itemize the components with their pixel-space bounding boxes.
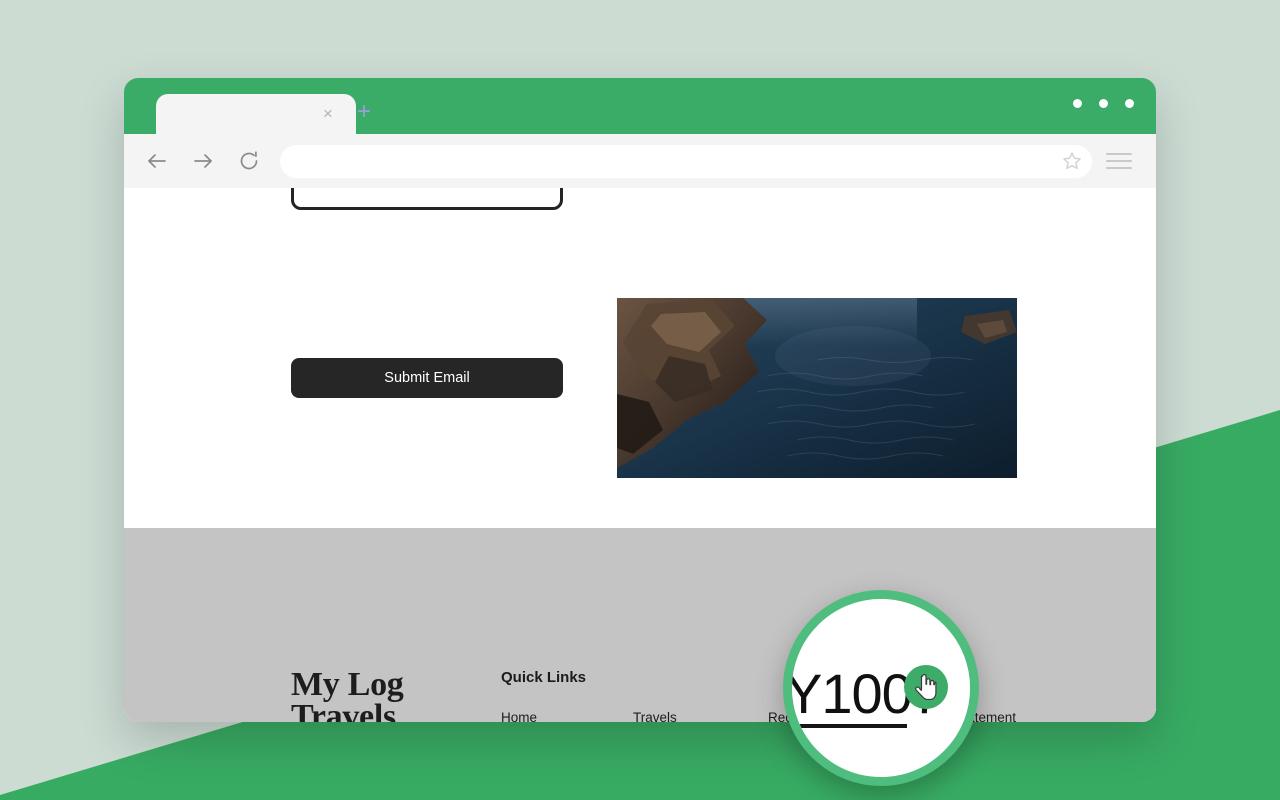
hamburger-bar-2 [1106, 160, 1132, 162]
footer-column-2: Travels Promo Flights Travel Routes [633, 711, 768, 722]
logo-line-2: Travels [291, 698, 396, 722]
browser-window: × + Submit Email My Log Travels Quick Li… [124, 78, 1156, 722]
window-dot-2[interactable] [1099, 99, 1108, 108]
page-viewport: Submit Email My Log Travels Quick Links … [124, 188, 1156, 722]
hero-image [617, 298, 1017, 478]
email-field[interactable] [291, 188, 563, 210]
footer-link-travels[interactable]: Travels [633, 711, 768, 722]
tab-close-icon[interactable]: × [317, 104, 339, 126]
browser-titlebar: × + [124, 78, 1156, 134]
screenshot-stage: × + Submit Email My Log Travels Quick Li… [0, 0, 1280, 800]
hamburger-bar-3 [1106, 167, 1132, 169]
reload-icon[interactable] [234, 146, 264, 176]
logo-line-1: My Log [291, 666, 404, 703]
window-controls[interactable] [1073, 99, 1134, 108]
quick-links-heading: Quick Links [501, 669, 587, 686]
magnifier-content: Y1007 [792, 599, 970, 777]
magnified-link-underline [792, 724, 907, 728]
footer-column-1: Home About Us My Travel Logs [501, 711, 633, 722]
hamburger-bar-1 [1106, 153, 1132, 155]
pointing-hand-cursor-icon [904, 665, 948, 709]
browser-toolbar [124, 134, 1156, 188]
window-dot-3[interactable] [1125, 99, 1134, 108]
new-tab-icon[interactable]: + [352, 100, 376, 124]
magnifier-overlay: Y1007 [783, 590, 979, 786]
url-bar[interactable] [280, 144, 1092, 178]
submit-email-button[interactable]: Submit Email [291, 358, 563, 398]
hamburger-icon[interactable] [1106, 153, 1132, 169]
star-icon[interactable] [1061, 150, 1083, 172]
site-logo: My Log Travels [291, 666, 451, 722]
arrow-left-icon[interactable] [142, 146, 172, 176]
footer-link-home[interactable]: Home [501, 711, 633, 722]
arrow-right-icon[interactable] [188, 146, 218, 176]
site-footer: My Log Travels Quick Links Home About Us… [124, 528, 1156, 722]
window-dot-1[interactable] [1073, 99, 1082, 108]
